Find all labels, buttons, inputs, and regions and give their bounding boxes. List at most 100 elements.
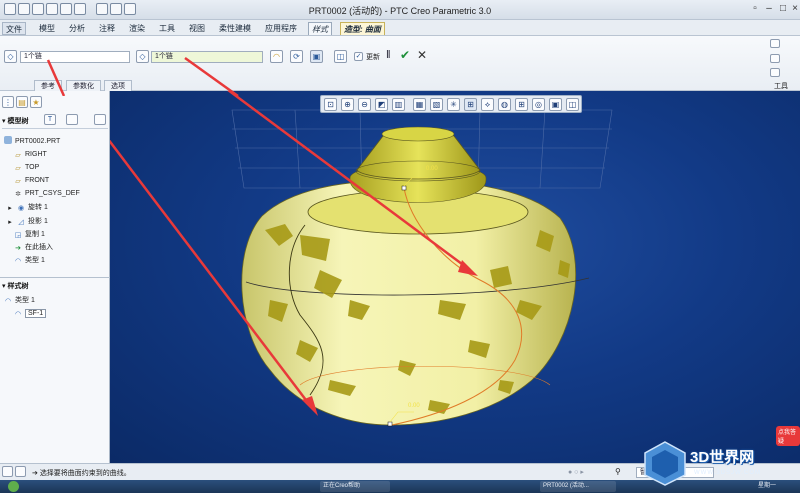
tools-group-label: 工具 [774,83,788,90]
tree-item-label: PRT_CSYS_DEF [25,190,80,197]
window-title: PRT0002 (活动的) - PTC Creo Parametric 3.0 [308,6,492,16]
tab-render[interactable]: 渲染 [126,22,148,35]
expand-arrow-icon[interactable]: ▸ [6,219,14,227]
tree-item-style[interactable]: ◠ 类型 1 [14,254,45,267]
tree-item-revolve[interactable]: ▸ ◉ 旋转 1 [6,201,48,214]
tree-settings-icon[interactable]: T [44,114,56,125]
dimension-value-bottom[interactable]: 0.00 [408,403,420,409]
taskbar-item-help[interactable]: 正在Creo帮助 [320,481,390,492]
tab-style[interactable]: 样式 [308,22,332,35]
copy-icon: ◲ [14,232,22,239]
named-views-icon[interactable]: ▧ [430,98,443,111]
tab-file[interactable]: 文件 [2,22,26,35]
style-tree-header[interactable]: ▾ 样式树 [2,281,28,291]
dimension-value-top[interactable]: 0.00 [426,166,438,172]
navigator-panel: ⋮ ▤ ★ ▾ 模型树 T PRT0002.PRT ▱ RIGHT ▱ TOP ▱ F… [0,91,110,463]
curvature-icon[interactable]: ◎ [532,98,545,111]
perspective-icon[interactable]: ◫ [566,98,579,111]
tree-item-project[interactable]: ▸ ◿ 投影 1 [6,215,48,228]
tab-applications[interactable]: 应用程序 [262,22,300,35]
model-view-svg[interactable] [110,91,800,463]
tab-annotate[interactable]: 注释 [96,22,118,35]
style-tree-item-type[interactable]: ◠ 类型 1 [4,294,35,307]
cancel-x-icon[interactable]: ✕ [417,48,427,62]
view-mode-icon[interactable]: ▣ [549,98,562,111]
spin-center-icon[interactable]: ⊞ [464,98,477,111]
tree-item-part[interactable]: PRT0002.PRT [4,135,60,148]
tab-flexible-modeling[interactable]: 柔性建模 [216,22,254,35]
tree-item-right[interactable]: ▱ RIGHT [14,148,47,161]
dynamic-tools-icon[interactable] [770,39,780,48]
control-point[interactable] [387,421,393,427]
graphics-viewport[interactable]: 0.00 0.00 [110,91,800,463]
tree-item-label: 旋转 1 [28,204,48,211]
minimize-icon[interactable]: – [762,3,776,16]
annotation-display-icon[interactable]: ⟡ [481,98,494,111]
folder-browser-tab-icon[interactable]: ▤ [16,96,28,108]
model-tree-title: 模型树 [7,118,29,125]
start-button-icon[interactable] [8,481,19,492]
help-search-icon[interactable]: ▫ [748,3,762,16]
tab-analysis[interactable]: 分析 [66,22,88,35]
style-tree-item-sf1[interactable]: ◠ SF-1 [14,307,47,320]
status-message-text: 选择要将曲面约束到的曲线。 [39,470,131,477]
find-icon[interactable]: ⚲ [615,467,621,476]
datum-plane-icon: ▱ [15,165,21,172]
status-dots: ● ○ ▸ [568,469,584,476]
zoom-out-icon[interactable]: ⊖ [358,98,371,111]
tree-item-label: RIGHT [25,151,47,158]
apply-check-icon[interactable]: ✔ [400,48,410,62]
tree-divider [2,128,108,129]
section-icon[interactable]: ◍ [498,98,511,111]
tab-style-surface[interactable]: 造型: 曲面 [340,22,385,35]
model-tree-header[interactable]: ▾ 模型树 [2,116,28,126]
status-message: ➔ 选择要将曲面约束到的曲线。 [32,470,131,477]
tab-model[interactable]: 模型 [36,22,58,35]
tree-item-csys[interactable]: ✲ PRT_CSYS_DEF [14,187,80,200]
repaint-icon[interactable]: ◩ [375,98,388,111]
project-icon: ◿ [18,219,24,226]
edit-tool-icon[interactable] [770,54,780,63]
cap-top[interactable] [381,126,455,142]
tree-item-top[interactable]: ▱ TOP [14,161,39,174]
update-checkbox[interactable]: ✓ [354,52,363,61]
model-tree-tab-icon[interactable]: ⋮ [2,96,14,108]
watermark-badge[interactable]: 点我答疑 [776,426,800,446]
tree-item-label: PRT0002.PRT [15,138,61,145]
tab-tools[interactable]: 工具 [156,22,178,35]
annotation-arrows-upper [46,56,239,96]
close-icon[interactable]: × [788,3,800,16]
display-style-icon[interactable]: ▦ [413,98,426,111]
tree-search-icon[interactable] [94,114,106,125]
title-bar: PRT0002 (活动的) - PTC Creo Parametric 3.0 … [0,0,800,20]
tree-item-insert-here[interactable]: ➔ 在此插入 [14,241,53,254]
tree-item-label: 类型 1 [25,257,45,264]
saved-views-icon[interactable]: ▥ [392,98,405,111]
part-icon [4,136,12,144]
expand-arrow-icon[interactable]: ▸ [6,205,14,213]
datum-plane-icon: ▱ [15,178,21,185]
style-feature-icon: ◠ [4,298,12,305]
tree-item-front[interactable]: ▱ FRONT [14,174,49,187]
style-feature-icon: ◠ [14,258,22,265]
navigator-toggle-icon[interactable] [2,466,13,477]
style-tool-icon[interactable] [770,68,780,77]
refit-icon[interactable]: ⊡ [324,98,337,111]
favorites-tab-icon[interactable]: ★ [30,96,42,108]
control-point[interactable] [401,185,407,191]
taskbar-item-creo[interactable]: PRT0002 (活动... [540,481,616,492]
preview-icon[interactable]: ◫ [334,50,347,63]
datum-display-icon[interactable]: ✳ [447,98,460,111]
zoom-in-icon[interactable]: ⊕ [341,98,354,111]
tree-item-label: TOP [25,164,40,171]
browser-toggle-icon[interactable] [15,466,26,477]
coordinate-system-icon: ✲ [15,191,21,198]
watermark-cube-icon [644,441,686,486]
tree-item-copy[interactable]: ◲ 复制 1 [14,228,45,241]
grid-icon[interactable]: ⊞ [515,98,528,111]
tree-filter-icon[interactable] [66,114,78,125]
style-tree-title: 样式树 [7,283,29,290]
pause-icon[interactable]: ‖ [386,49,391,61]
tree-item-label: 复制 1 [25,231,45,238]
tab-view[interactable]: 视图 [186,22,208,35]
